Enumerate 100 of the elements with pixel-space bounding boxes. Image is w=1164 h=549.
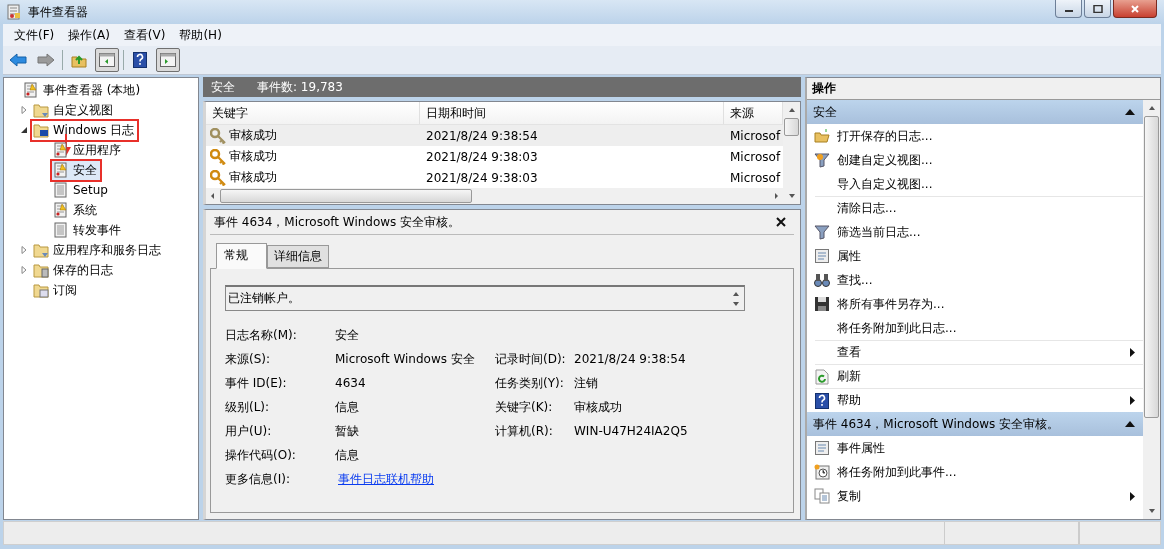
section-header[interactable]: 安全 [807, 100, 1143, 124]
close-icon [1130, 4, 1140, 13]
field-value: 信息 [335, 398, 360, 416]
table-cell: 审核成功 [229, 169, 277, 186]
window-title: 事件查看器 [28, 3, 88, 21]
menu-item[interactable]: 文件(F) [7, 26, 62, 44]
expand-arrow-icon[interactable] [20, 246, 28, 254]
field-label: 记录时间(D): [495, 350, 567, 368]
key-icon [210, 127, 226, 144]
field-value: 注销 [574, 374, 598, 392]
action-item[interactable]: 清除日志... [815, 196, 1143, 220]
funnel-icon [814, 224, 830, 240]
binoculars-icon [814, 272, 830, 288]
action-item[interactable]: 将所有事件另存为... [807, 292, 1143, 316]
submenu-arrow-icon [1130, 491, 1135, 501]
action-item[interactable]: 查找... [807, 268, 1143, 292]
column-header[interactable]: 关键字 [206, 102, 420, 124]
table-cell: 2021/8/24 9:38:54 [426, 128, 538, 143]
action-item[interactable]: 查看 [815, 340, 1143, 364]
field-value: 暂缺 [335, 422, 360, 440]
log-icon [53, 162, 69, 178]
event-count: 事件数: 19,783 [257, 78, 343, 96]
section-header[interactable]: 事件 4634，Microsoft Windows 安全审核。 [807, 412, 1143, 436]
menu-item[interactable]: 查看(V) [116, 26, 173, 44]
event-title: 事件 4634，Microsoft Windows 安全审核。 [214, 213, 461, 231]
field-label: 事件 ID(E): [225, 374, 288, 392]
action-item[interactable]: 事件属性 [807, 436, 1143, 460]
actions-header: 操作 [807, 78, 1160, 100]
save-icon [814, 296, 830, 312]
properties-icon [814, 440, 830, 456]
event-row[interactable]: 审核成功 2021/8/24 9:38:03 Microsof [206, 146, 783, 167]
key-icon [210, 169, 226, 186]
field-value: 信息 [335, 446, 360, 464]
scroll-thumb[interactable] [784, 118, 799, 136]
action-item[interactable]: 创建自定义视图... [807, 148, 1143, 172]
vertical-scrollbar[interactable] [1143, 100, 1160, 519]
tree-item[interactable]: Windows 日志 [30, 118, 140, 142]
action-item[interactable]: 属性 [807, 244, 1143, 268]
event-row[interactable]: 审核成功 2021/8/24 9:38:54 Microsof [206, 125, 783, 146]
tree-item[interactable]: 安全 [50, 158, 102, 182]
action-item[interactable]: 将任务附加到此事件... [807, 460, 1143, 484]
log-name: 安全 [211, 78, 235, 96]
action-item[interactable]: 刷新 [815, 364, 1143, 388]
collapse-arrow-icon[interactable] [20, 126, 28, 134]
field-label: 关键字(K): [495, 398, 554, 416]
column-header[interactable]: 日期和时间 [420, 102, 724, 124]
field-label: 日志名称(M): [225, 326, 298, 344]
event-row[interactable]: 审核成功 2021/8/24 9:38:03 Microsof [206, 167, 783, 188]
scroll-thumb[interactable] [1144, 116, 1159, 418]
expand-arrow-icon[interactable] [20, 266, 28, 274]
pane-toggle-button[interactable] [156, 48, 180, 72]
collapse-arrow-icon[interactable] [1125, 109, 1135, 115]
pane-icon [160, 53, 176, 67]
vertical-scrollbar[interactable] [783, 102, 800, 204]
action-item[interactable]: 将任务附加到此日志... [807, 316, 1143, 340]
action-item[interactable]: 导入自定义视图... [807, 172, 1143, 196]
folder-icon [33, 122, 49, 138]
close-icon[interactable] [776, 217, 786, 227]
help-link[interactable]: 事件日志联机帮助 [338, 470, 434, 488]
document-icon [53, 182, 69, 198]
tab[interactable]: 常规 [216, 243, 267, 269]
funnel-icon [814, 152, 830, 168]
action-item[interactable]: 复制 [807, 484, 1143, 508]
menu-item[interactable]: 帮助(H) [172, 26, 229, 44]
minimize-button[interactable] [1055, 0, 1082, 18]
field-value: Microsoft Windows 安全 [335, 350, 476, 368]
submenu-arrow-icon [1130, 348, 1135, 357]
scroll-thumb[interactable] [220, 189, 472, 203]
field-label: 来源(S): [225, 350, 272, 368]
properties-icon [814, 248, 830, 264]
field-label: 用户(U): [225, 422, 273, 440]
event-viewer-icon [6, 4, 22, 20]
folder-icon [33, 242, 49, 258]
close-button[interactable] [1113, 0, 1157, 18]
right-arrow-icon [37, 53, 55, 67]
tab[interactable]: 详细信息 [267, 245, 329, 268]
table-cell: 2021/8/24 9:38:03 [426, 170, 538, 185]
folder-icon [814, 128, 830, 144]
menu-item[interactable]: 操作(A) [61, 26, 117, 44]
action-item[interactable]: 筛选当前日志... [807, 220, 1143, 244]
field-label: 计算机(R): [495, 422, 554, 440]
expand-arrow-icon[interactable] [20, 106, 28, 114]
collapse-arrow-icon[interactable] [1125, 421, 1135, 427]
tree-item[interactable]: Setup [50, 179, 113, 201]
action-item[interactable]: 打开保存的日志... [807, 124, 1143, 148]
maximize-button[interactable] [1084, 0, 1111, 18]
field-label: 任务类别(Y): [495, 374, 565, 392]
folder-icon [33, 262, 49, 278]
help-icon [814, 392, 830, 409]
refresh-icon [814, 368, 830, 385]
folder-icon [33, 282, 49, 298]
field-value: 2021/8/24 9:38:54 [574, 352, 686, 366]
log-icon [53, 142, 69, 158]
horizontal-scrollbar[interactable] [206, 188, 783, 204]
description-box[interactable]: 已注销帐户。 [225, 285, 745, 311]
pane-toggle-button[interactable] [95, 48, 119, 72]
field-value: 审核成功 [574, 398, 622, 416]
copy-icon [814, 488, 830, 504]
table-cell: 审核成功 [229, 148, 277, 165]
pane-icon [99, 53, 115, 67]
